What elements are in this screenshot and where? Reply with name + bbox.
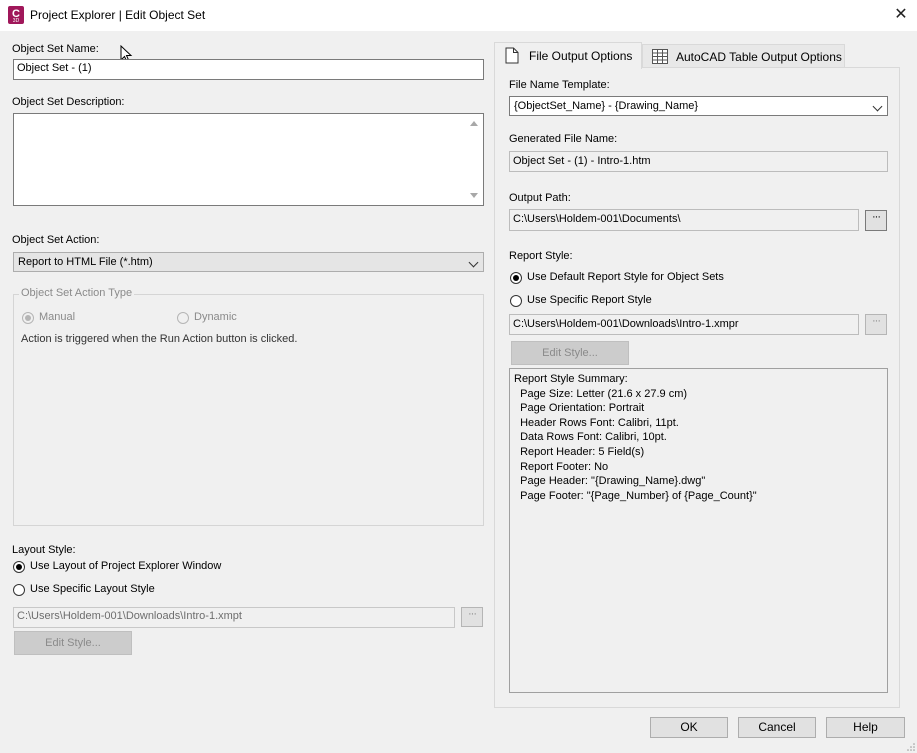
object-set-name-input[interactable]: Object Set - (1) xyxy=(13,59,484,80)
object-set-description-label: Object Set Description: xyxy=(12,96,125,108)
resize-grip-icon[interactable] xyxy=(906,742,916,752)
report-style-summary: Report Style Summary: Page Size: Letter … xyxy=(509,368,888,693)
report-style-default-label: Use Default Report Style for Object Sets xyxy=(527,271,724,283)
layout-specific-label: Use Specific Layout Style xyxy=(30,583,155,595)
output-path-label: Output Path: xyxy=(509,192,571,204)
report-style-specific-label: Use Specific Report Style xyxy=(527,294,652,306)
object-set-description-input[interactable] xyxy=(13,113,484,206)
layout-style-path: C:\Users\Holdem-001\Downloads\Intro-1.xm… xyxy=(13,607,455,628)
cancel-button[interactable]: Cancel xyxy=(738,717,816,738)
file-name-template-dropdown[interactable]: {ObjectSet_Name} - {Drawing_Name} xyxy=(509,96,888,116)
file-name-template-label: File Name Template: xyxy=(509,79,610,91)
tab-autocad-table-label: AutoCAD Table Output Options xyxy=(676,50,842,64)
object-set-action-label: Object Set Action: xyxy=(12,234,100,246)
action-type-group xyxy=(13,294,484,526)
object-set-action-dropdown[interactable]: Report to HTML File (*.htm) xyxy=(13,252,484,272)
summary-line: Page Orientation: Portrait xyxy=(514,402,645,415)
report-style-browse-button[interactable]: ··· xyxy=(865,314,887,335)
table-icon xyxy=(652,49,668,64)
dynamic-radio[interactable] xyxy=(177,312,189,324)
generated-file-name-label: Generated File Name: xyxy=(509,133,618,145)
description-scrollbar[interactable] xyxy=(466,114,483,205)
report-style-specific-radio[interactable] xyxy=(510,295,522,307)
tab-autocad-table-output[interactable]: AutoCAD Table Output Options xyxy=(642,44,845,68)
chevron-down-icon xyxy=(872,101,883,112)
generated-file-name-field: Object Set - (1) - Intro-1.htm xyxy=(509,151,888,172)
ok-button[interactable]: OK xyxy=(650,717,728,738)
summary-line: Report Header: 5 Field(s) xyxy=(514,445,645,458)
tab-file-output-label: File Output Options xyxy=(529,49,633,63)
summary-line: Page Header: "{Drawing_Name}.dwg" xyxy=(514,475,706,488)
dynamic-label: Dynamic xyxy=(194,311,237,323)
output-path-field[interactable]: C:\Users\Holdem-001\Documents\ xyxy=(509,209,859,231)
report-style-default-radio[interactable] xyxy=(510,272,522,284)
action-hint-text: Action is triggered when the Run Action … xyxy=(21,333,298,345)
tab-file-output[interactable]: File Output Options xyxy=(494,42,642,69)
action-type-title: Object Set Action Type xyxy=(19,287,135,299)
app-icon: C 3D xyxy=(8,6,24,24)
manual-label: Manual xyxy=(39,311,76,323)
summary-line: Page Size: Letter (21.6 x 27.9 cm) xyxy=(514,387,688,400)
summary-line: Report Footer: No xyxy=(514,460,609,473)
summary-line: Page Footer: "{Page_Number} of {Page_Cou… xyxy=(514,489,757,502)
layout-style-label: Layout Style: xyxy=(12,544,76,556)
report-style-path-field: C:\Users\Holdem-001\Downloads\Intro-1.xm… xyxy=(509,314,859,335)
report-edit-style-button[interactable]: Edit Style... xyxy=(511,341,629,365)
app-icon-sub: 3D xyxy=(12,18,20,24)
layout-window-radio[interactable] xyxy=(13,561,25,573)
layout-browse-button[interactable]: ··· xyxy=(461,607,483,627)
manual-radio[interactable] xyxy=(22,312,34,324)
layout-window-label: Use Layout of Project Explorer Window xyxy=(30,560,222,572)
scroll-down-icon[interactable] xyxy=(470,193,478,198)
layout-edit-style-button[interactable]: Edit Style... xyxy=(14,631,132,655)
scroll-up-icon[interactable] xyxy=(470,121,478,126)
report-style-label: Report Style: xyxy=(509,250,573,262)
object-set-action-value: Report to HTML File (*.htm) xyxy=(18,256,153,268)
layout-specific-radio[interactable] xyxy=(13,584,25,596)
window-title: Project Explorer | Edit Object Set xyxy=(30,8,206,22)
chevron-down-icon xyxy=(468,257,479,268)
summary-line: Report Style Summary: xyxy=(514,373,628,385)
document-icon xyxy=(505,47,519,64)
object-set-name-label: Object Set Name: xyxy=(12,43,99,55)
output-path-browse-button[interactable]: ··· xyxy=(865,210,887,231)
help-button[interactable]: Help xyxy=(826,717,905,738)
close-icon[interactable]: ✕ xyxy=(889,4,913,26)
summary-line: Header Rows Font: Calibri, 11pt. xyxy=(514,416,679,429)
summary-line: Data Rows Font: Calibri, 10pt. xyxy=(514,431,667,444)
file-name-template-value: {ObjectSet_Name} - {Drawing_Name} xyxy=(514,100,699,112)
